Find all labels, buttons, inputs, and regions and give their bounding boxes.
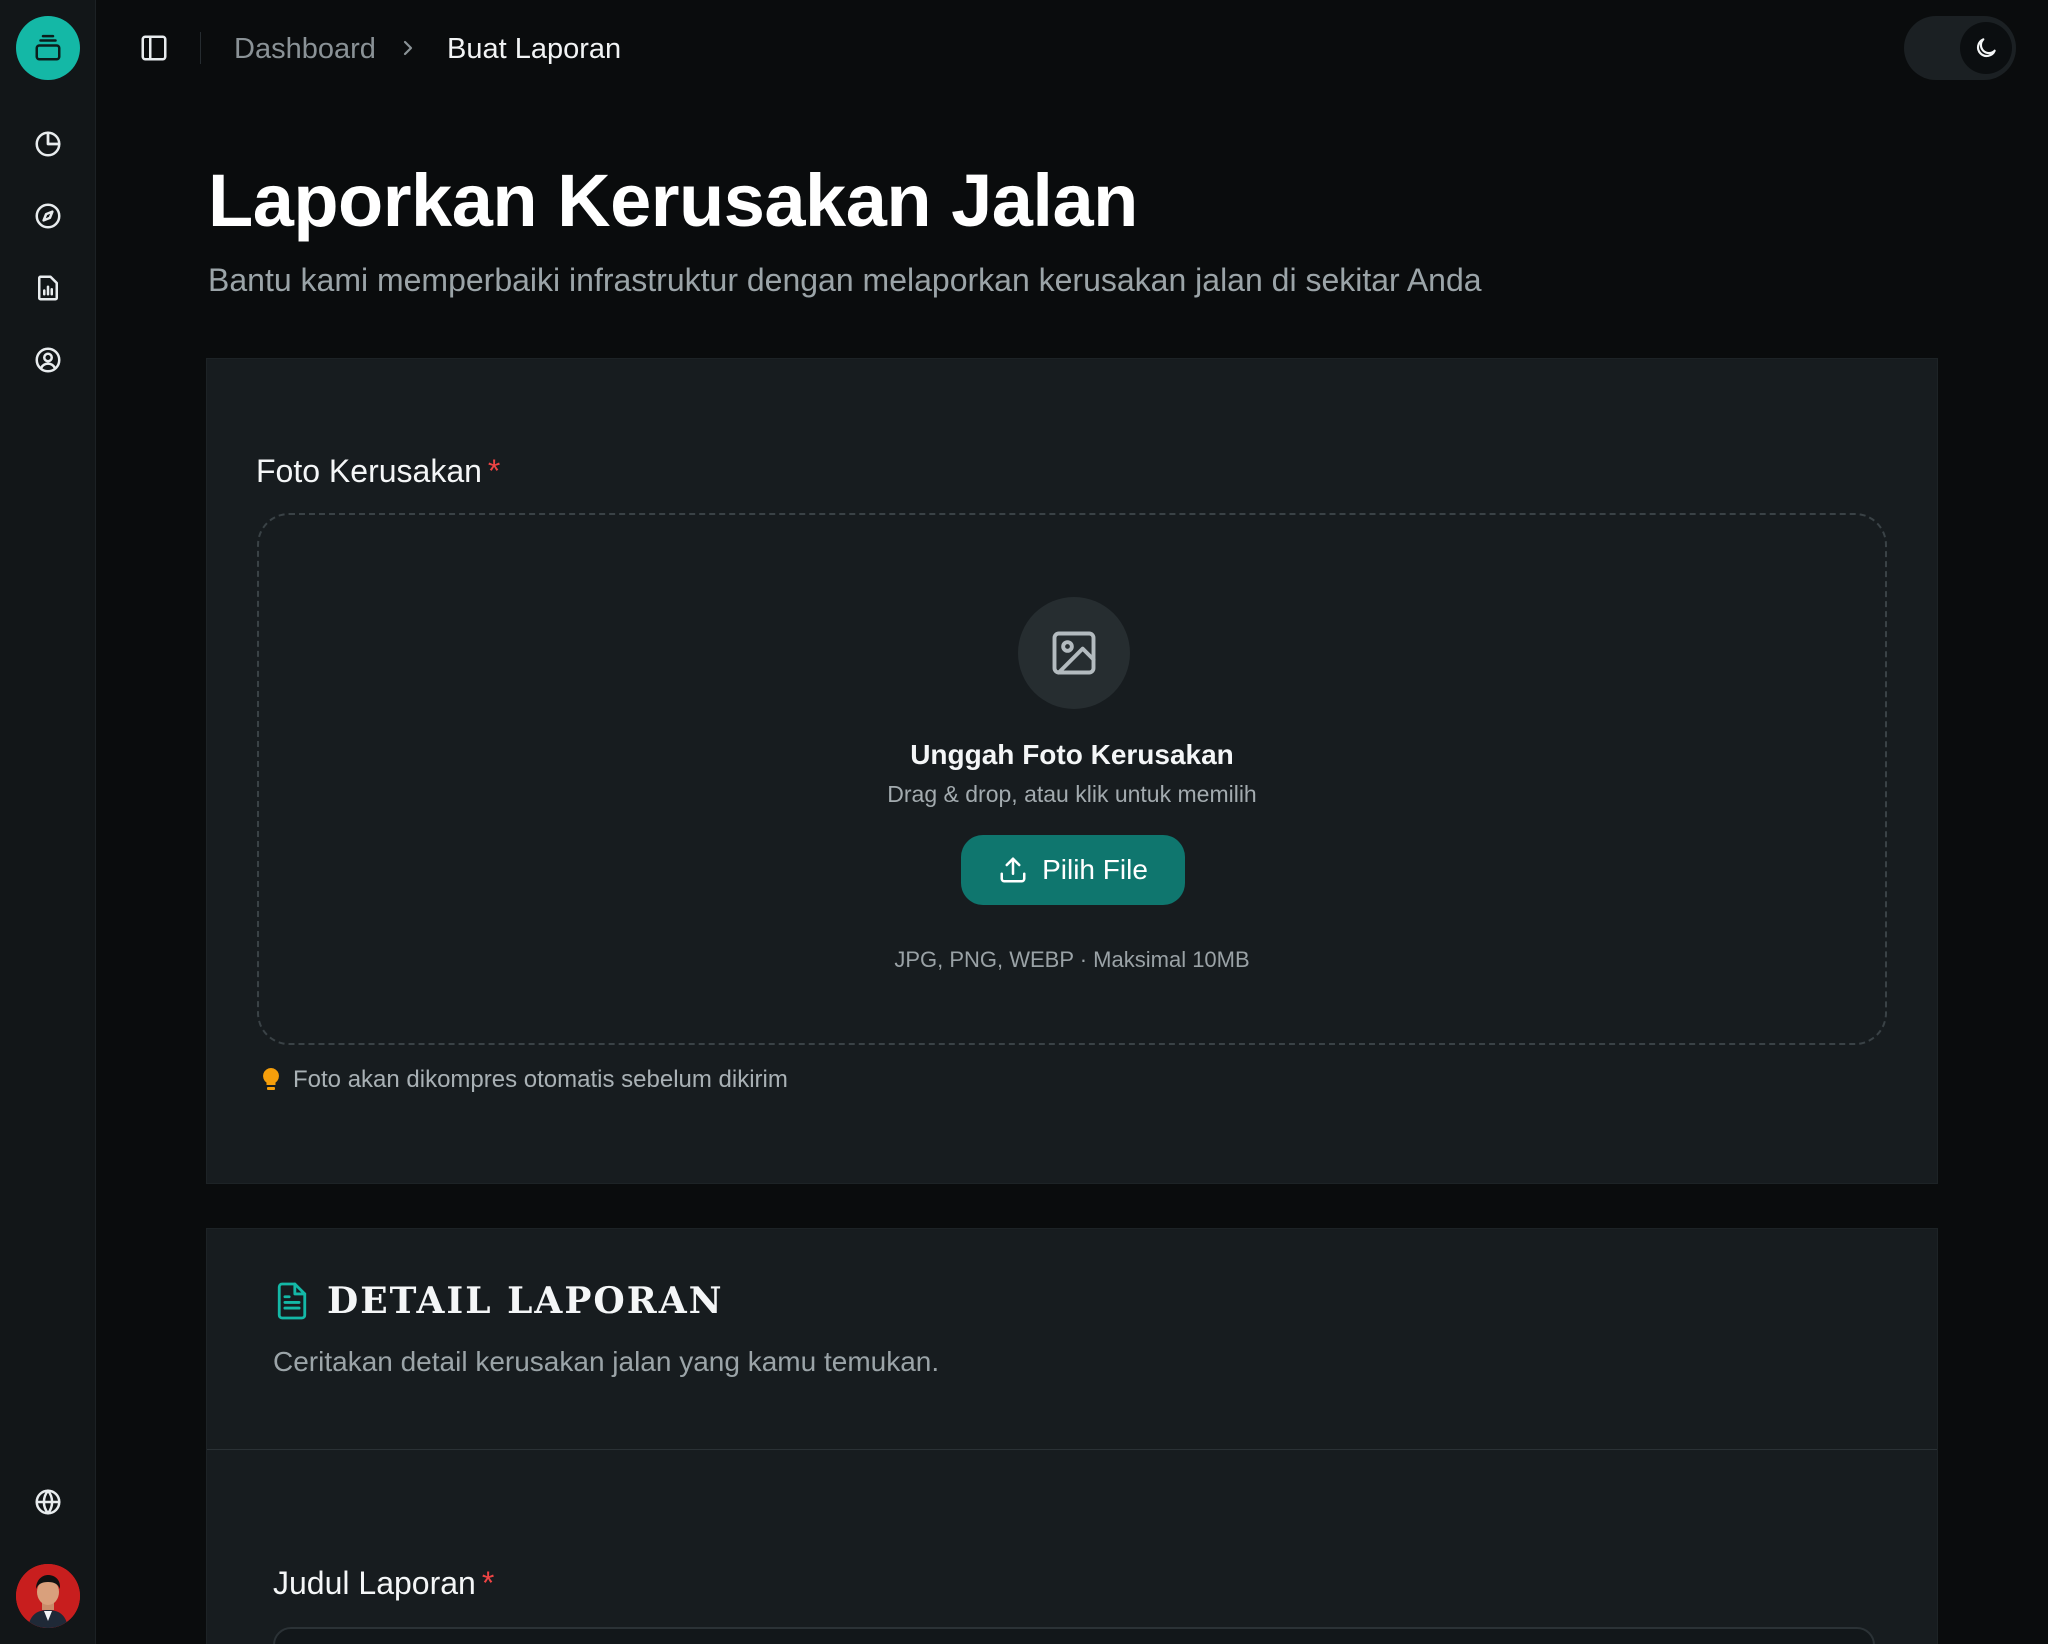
judul-label-text: Judul Laporan — [273, 1565, 476, 1601]
chevron-right-icon — [398, 36, 418, 65]
judul-label: Judul Laporan * — [273, 1563, 494, 1603]
image-icon — [1052, 631, 1096, 675]
sidebar-toggle-button[interactable] — [136, 30, 172, 66]
top-bar: Dashboard Buat Laporan — [96, 0, 2048, 98]
required-mark: * — [487, 453, 501, 489]
breadcrumb-current: Buat Laporan — [447, 33, 622, 65]
page-title: Laporkan Kerusakan Jalan — [208, 159, 1138, 242]
stack-icon — [35, 34, 61, 61]
user-avatar-photo — [16, 1564, 80, 1628]
breadcrumb-dashboard-link[interactable]: Dashboard — [234, 30, 376, 68]
section-divider — [207, 1449, 1937, 1450]
user-circle-icon — [35, 347, 61, 373]
topbar-divider — [200, 32, 201, 64]
sidebar-item-reports[interactable] — [28, 268, 68, 308]
photo-label: Foto Kerusakan * — [256, 451, 500, 491]
globe-icon — [35, 1489, 61, 1515]
pie-chart-icon — [35, 131, 61, 157]
report-icon — [38, 275, 58, 301]
theme-toggle-knob — [1960, 22, 2012, 74]
required-mark: * — [481, 1565, 495, 1601]
report-detail-card: DETAIL LAPORAN Ceritakan detail kerusaka… — [206, 1228, 1938, 1644]
upload-icon — [1000, 857, 1026, 883]
compression-tip-text: Foto akan dikompres otomatis sebelum dik… — [293, 1066, 788, 1093]
detail-subtitle: Ceritakan detail kerusakan jalan yang ka… — [273, 1346, 940, 1377]
judul-input[interactable] — [273, 1627, 1875, 1644]
theme-toggle[interactable] — [1904, 16, 2016, 80]
detail-header: DETAIL LAPORAN — [275, 1279, 724, 1323]
app-logo[interactable] — [16, 16, 80, 80]
lightbulb-icon — [263, 1068, 279, 1090]
document-icon — [277, 1282, 307, 1320]
photo-label-text: Foto Kerusakan — [256, 453, 482, 489]
panel-left-icon — [141, 35, 167, 61]
upload-formats: JPG, PNG, WEBP · Maksimal 10MB — [894, 947, 1250, 972]
choose-file-label: Pilih File — [1042, 854, 1148, 885]
sidebar-item-dashboard[interactable] — [28, 124, 68, 164]
upload-hint: Drag & drop, atau klik untuk memilih — [887, 781, 1257, 807]
detail-title: DETAIL LAPORAN — [327, 1280, 724, 1322]
sidebar — [0, 0, 96, 1644]
sidebar-item-explore[interactable] — [28, 196, 68, 236]
moon-icon — [1976, 38, 1996, 58]
compass-icon — [35, 203, 61, 229]
choose-file-button[interactable]: Pilih File — [961, 835, 1185, 905]
page-subtitle: Bantu kami memperbaiki infrastruktur den… — [208, 262, 1482, 298]
compression-tip: Foto akan dikompres otomatis sebelum dik… — [259, 1063, 788, 1097]
upload-title: Unggah Foto Kerusakan — [910, 739, 1234, 770]
sidebar-item-profile[interactable] — [28, 340, 68, 380]
photo-upload-card: Foto Kerusakan * Unggah Foto Kerusakan Dr… — [206, 358, 1938, 1184]
avatar[interactable] — [16, 1564, 80, 1628]
image-placeholder — [1018, 597, 1130, 709]
photo-dropzone[interactable]: Unggah Foto Kerusakan Drag & drop, atau … — [257, 513, 1887, 1045]
language-button[interactable] — [28, 1482, 68, 1522]
